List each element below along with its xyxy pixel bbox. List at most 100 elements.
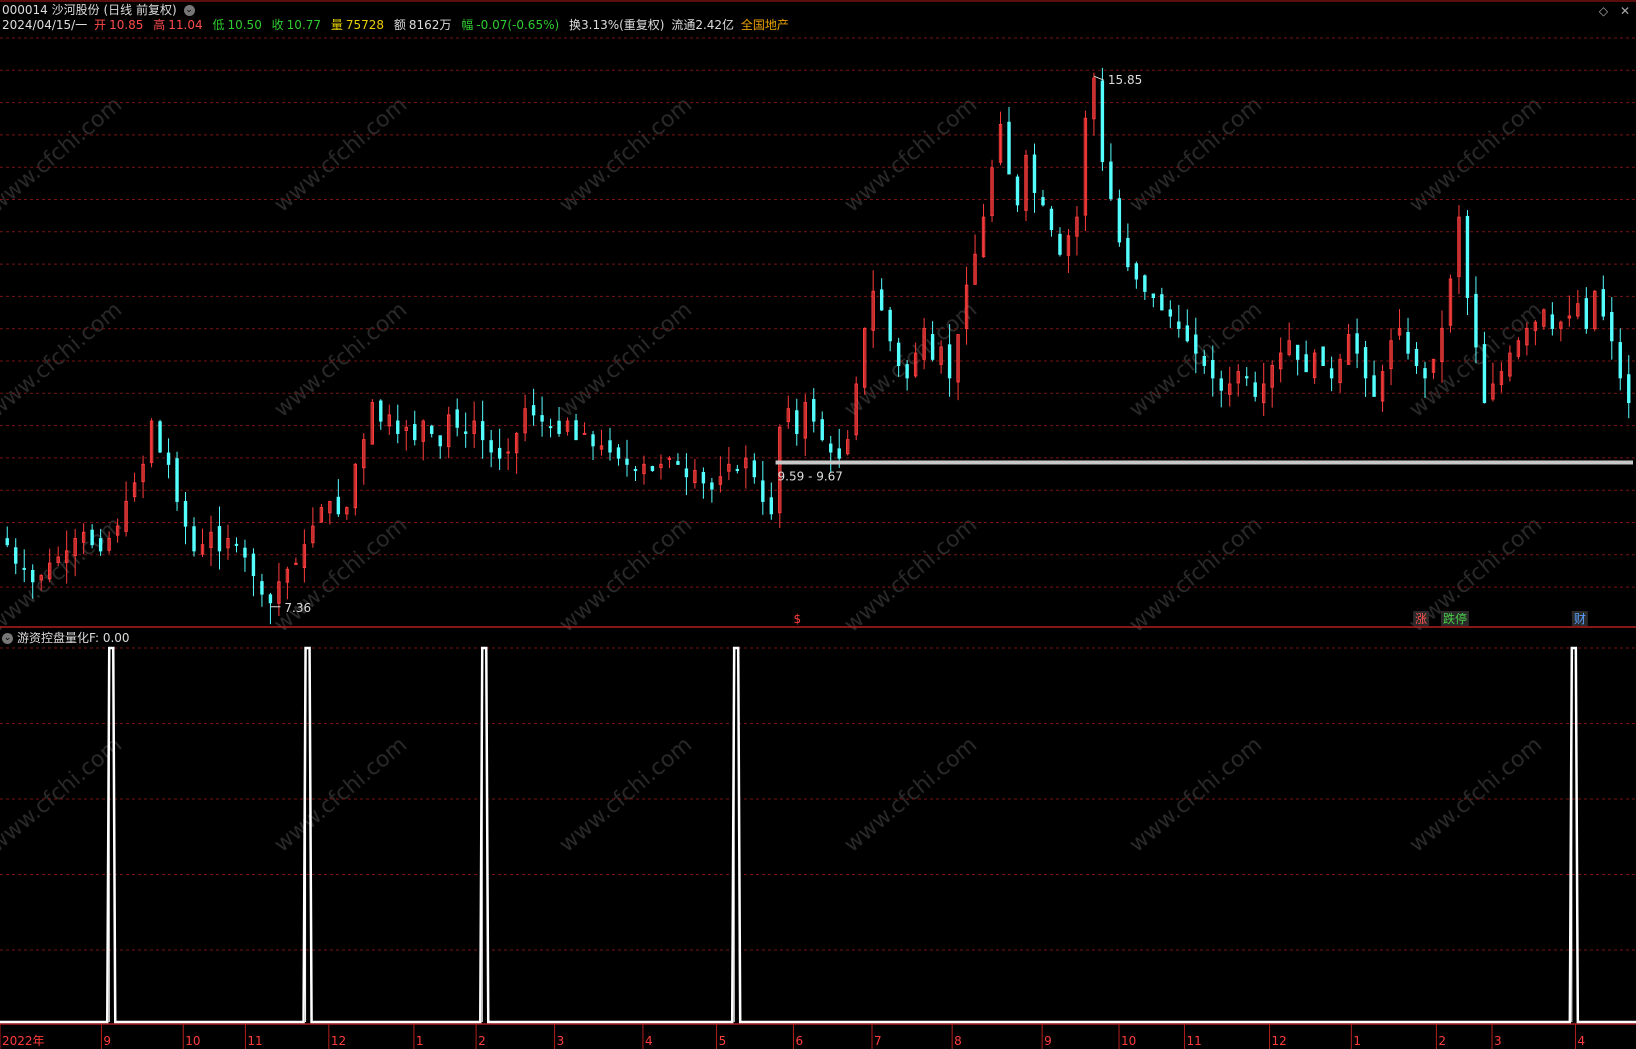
event-marker[interactable]: $: [793, 612, 801, 626]
candle[interactable]: [846, 430, 850, 456]
candle[interactable]: [531, 388, 536, 426]
candle[interactable]: [430, 424, 434, 438]
candle-body[interactable]: [735, 468, 740, 472]
candle[interactable]: [718, 456, 723, 493]
candle[interactable]: [345, 506, 349, 520]
candle[interactable]: [795, 398, 799, 446]
candle[interactable]: [370, 398, 374, 445]
mode-dropdown-icon[interactable]: ⌄: [183, 5, 195, 16]
candle-body[interactable]: [1329, 368, 1334, 379]
candle-body[interactable]: [930, 334, 935, 360]
candle-body[interactable]: [795, 410, 799, 434]
candle-body[interactable]: [379, 400, 383, 422]
candle-body[interactable]: [1627, 374, 1631, 404]
candle[interactable]: [132, 472, 137, 502]
candle[interactable]: [149, 418, 154, 468]
candle[interactable]: [752, 453, 757, 484]
candle-body[interactable]: [557, 420, 561, 434]
candle[interactable]: [973, 234, 977, 285]
candle-body[interactable]: [1058, 233, 1062, 255]
indicator-dropdown-icon[interactable]: ⌄: [2, 633, 13, 644]
candle-body[interactable]: [820, 419, 824, 441]
candle[interactable]: [166, 438, 171, 479]
candle[interactable]: [1499, 362, 1504, 393]
candle[interactable]: [497, 428, 502, 470]
candle[interactable]: [1032, 143, 1037, 213]
candle[interactable]: [1448, 274, 1453, 333]
candle[interactable]: [387, 404, 391, 435]
candle-body[interactable]: [1160, 294, 1164, 311]
candle[interactable]: [141, 455, 145, 499]
candle[interactable]: [599, 429, 604, 456]
candle-body[interactable]: [633, 468, 638, 472]
candle-body[interactable]: [1423, 368, 1427, 379]
candle[interactable]: [608, 427, 612, 461]
candle[interactable]: [1236, 364, 1240, 397]
candle-body[interactable]: [234, 543, 239, 546]
candle-body[interactable]: [497, 447, 502, 459]
candle[interactable]: [209, 515, 213, 567]
candle[interactable]: [1160, 287, 1164, 311]
candle-body[interactable]: [752, 460, 757, 478]
candle-body[interactable]: [684, 468, 689, 478]
candle[interactable]: [1491, 362, 1495, 402]
candle[interactable]: [1346, 323, 1351, 365]
candle[interactable]: [260, 573, 264, 607]
candle-body[interactable]: [166, 452, 171, 465]
candle-body[interactable]: [1100, 80, 1105, 163]
candle-body[interactable]: [1304, 354, 1308, 373]
candle[interactable]: [1083, 110, 1088, 232]
candle[interactable]: [1058, 227, 1062, 257]
candle[interactable]: [1253, 371, 1257, 402]
candle[interactable]: [1126, 223, 1130, 271]
candle[interactable]: [735, 464, 740, 474]
candle-body[interactable]: [879, 289, 884, 311]
sector-link[interactable]: 全国地产: [741, 18, 789, 32]
candle-body[interactable]: [480, 421, 485, 441]
candle[interactable]: [404, 419, 408, 451]
candle[interactable]: [1151, 293, 1156, 308]
candle[interactable]: [582, 422, 587, 435]
candle[interactable]: [413, 410, 417, 446]
candle-body[interactable]: [582, 432, 587, 435]
candle[interactable]: [862, 327, 867, 395]
candle-body[interactable]: [896, 342, 901, 366]
candle-body[interactable]: [1134, 263, 1139, 280]
candle[interactable]: [1559, 320, 1563, 342]
candle-body[interactable]: [888, 309, 892, 342]
candle-body[interactable]: [676, 461, 680, 465]
candle-body[interactable]: [90, 529, 94, 546]
candle-body[interactable]: [1015, 176, 1020, 206]
candle[interactable]: [769, 482, 774, 520]
candle[interactable]: [1041, 189, 1045, 207]
candle-body[interactable]: [1355, 333, 1359, 354]
candle[interactable]: [888, 306, 892, 352]
candle-body[interactable]: [1185, 325, 1189, 342]
candle[interactable]: [243, 539, 247, 572]
candle-body[interactable]: [531, 405, 536, 416]
candle-body[interactable]: [1321, 346, 1325, 366]
candle[interactable]: [761, 461, 765, 515]
candle[interactable]: [667, 455, 672, 469]
candle[interactable]: [192, 517, 196, 557]
candle[interactable]: [1295, 344, 1300, 376]
candle[interactable]: [302, 529, 307, 583]
candle[interactable]: [956, 334, 960, 401]
candle[interactable]: [1363, 341, 1368, 397]
candle[interactable]: [1593, 289, 1597, 332]
candle[interactable]: [650, 465, 655, 472]
candle-body[interactable]: [243, 547, 247, 558]
candle[interactable]: [1143, 274, 1147, 300]
candle[interactable]: [1627, 355, 1631, 419]
candle[interactable]: [633, 465, 638, 482]
candle[interactable]: [396, 404, 400, 444]
candle[interactable]: [557, 406, 561, 437]
candle[interactable]: [1576, 290, 1580, 320]
candle[interactable]: [591, 430, 595, 461]
candle-body[interactable]: [336, 496, 341, 515]
candle-body[interactable]: [1601, 289, 1605, 317]
candle[interactable]: [421, 419, 425, 461]
candle[interactable]: [1389, 328, 1393, 386]
candle-body[interactable]: [1406, 331, 1410, 354]
candle-body[interactable]: [591, 434, 595, 447]
